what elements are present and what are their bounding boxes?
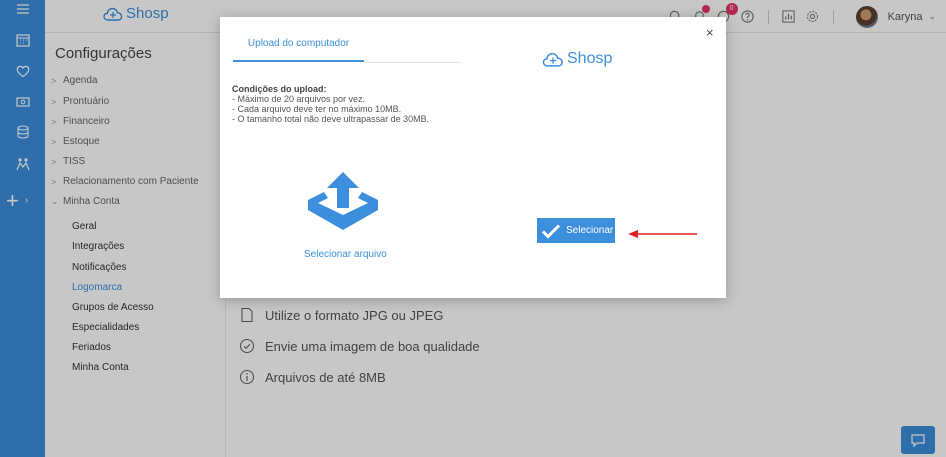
tab-upload-computer[interactable]: Upload do computador xyxy=(233,38,364,62)
cloud-logo-icon xyxy=(542,52,563,67)
conditions-title: Condições do upload: xyxy=(232,84,327,94)
condition-line: - Cada arquivo deve ter no máximo 10MB. xyxy=(232,104,402,114)
select-file-link[interactable]: Selecionar arquivo xyxy=(304,249,387,260)
upload-modal: Upload do computador × Shosp Condições d… xyxy=(220,17,726,298)
close-button[interactable]: × xyxy=(706,26,714,39)
check-icon xyxy=(541,223,561,239)
brand-name: Shosp xyxy=(567,50,613,67)
upload-conditions: Condições do upload: - Máximo de 20 arqu… xyxy=(232,84,429,124)
condition-line: - O tamanho total não deve ultrapassar d… xyxy=(232,114,430,124)
select-button[interactable]: Selecionar xyxy=(537,218,615,243)
condition-line: - Máximo de 20 arquivos por vez. xyxy=(232,94,366,104)
select-button-label: Selecionar xyxy=(566,225,614,236)
tab-underline xyxy=(364,62,461,63)
modal-brand-logo: Shosp xyxy=(542,50,612,68)
annotation-arrow-icon xyxy=(628,230,697,238)
upload-icon[interactable] xyxy=(306,172,380,232)
